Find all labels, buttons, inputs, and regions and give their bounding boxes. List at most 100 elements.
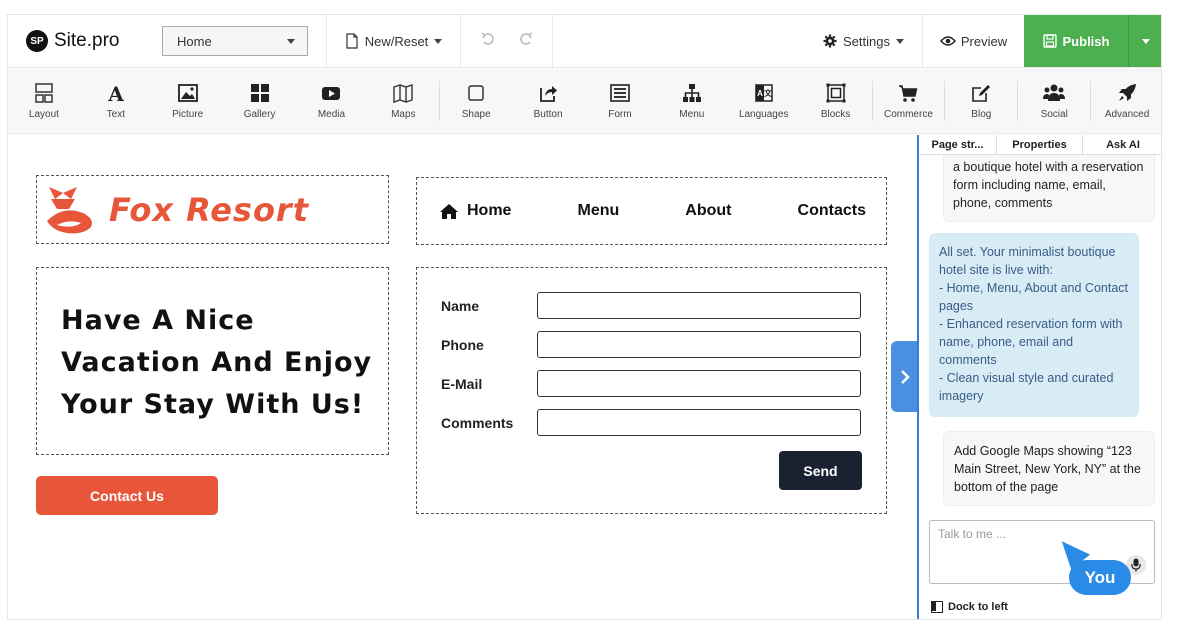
element-toolbar: Layout A Text Picture Gallery Media Maps…: [8, 69, 1161, 134]
form-label: Comments: [441, 414, 514, 431]
name-field[interactable]: [537, 292, 861, 319]
nav-label: Menu: [577, 202, 620, 219]
tool-label: Blog: [971, 109, 992, 120]
editor-canvas[interactable]: Fox Resort Home Menu About Contacts Have…: [8, 135, 918, 619]
fox-logo-icon: [47, 186, 92, 233]
tab-ask-ai[interactable]: Ask AI: [1083, 135, 1161, 154]
chevron-down-icon: [287, 38, 295, 44]
nav-item-about[interactable]: About: [685, 202, 731, 220]
tool-maps[interactable]: Maps: [367, 69, 439, 133]
new-reset-label: New/Reset: [364, 33, 429, 49]
tool-label: Layout: [28, 109, 59, 120]
tool-languages[interactable]: A文 Languages: [728, 69, 800, 133]
settings-label: Settings: [843, 33, 890, 49]
redo-icon[interactable]: [518, 31, 534, 52]
reservation-form[interactable]: Name Phone E-Mail Comments Send: [416, 267, 887, 514]
tool-social[interactable]: Social: [1018, 69, 1090, 133]
tool-blog[interactable]: Blog: [945, 69, 1017, 133]
tool-layout[interactable]: Layout: [8, 69, 80, 133]
tool-label: Text: [106, 109, 125, 120]
hero-line: Your Stay With Us!: [61, 389, 365, 420]
svg-text:文: 文: [764, 88, 773, 98]
dock-icon: [931, 601, 943, 613]
form-row-phone: Phone: [441, 331, 861, 358]
site-builder-app: SP Site.pro Home New/Reset Settings Prev…: [7, 14, 1162, 620]
chat-history[interactable]: a boutique hotel with a reservation form…: [919, 155, 1161, 515]
comments-field[interactable]: [537, 409, 861, 436]
tool-gallery[interactable]: Gallery: [224, 69, 296, 133]
nav-item-menu[interactable]: Menu: [577, 202, 619, 220]
gallery-icon: [250, 84, 269, 102]
tool-advanced[interactable]: Advanced: [1091, 69, 1161, 133]
gear-icon: [823, 34, 837, 48]
email-field[interactable]: [537, 370, 861, 397]
form-icon: [610, 84, 630, 102]
nav-item-home[interactable]: Home: [439, 202, 511, 220]
tool-text[interactable]: A Text: [80, 69, 152, 133]
form-row-email: E-Mail: [441, 370, 861, 397]
publish-options-button[interactable]: [1128, 15, 1161, 67]
dock-label: Dock to left: [948, 601, 1008, 613]
save-icon: [1042, 34, 1057, 48]
send-button[interactable]: Send: [779, 451, 862, 490]
tool-label: Button: [533, 109, 563, 120]
site-logo-block[interactable]: Fox Resort: [36, 175, 389, 244]
preview-button[interactable]: Preview: [923, 15, 1024, 67]
languages-icon: A文: [754, 84, 773, 102]
nav-item-contacts[interactable]: Contacts: [798, 202, 866, 220]
tab-properties[interactable]: Properties: [997, 135, 1083, 154]
chat-message-ai: All set. Your minimalist boutique hotel …: [929, 233, 1139, 417]
tool-label: Menu: [679, 109, 705, 120]
publish-button[interactable]: Publish: [1024, 15, 1128, 67]
publish-label: Publish: [1062, 33, 1110, 49]
tool-label: Gallery: [243, 109, 276, 120]
dock-to-left-button[interactable]: Dock to left: [931, 601, 1008, 613]
nav-label: About: [685, 202, 732, 219]
tab-page-structure[interactable]: Page str...: [919, 135, 997, 154]
settings-button[interactable]: Settings: [805, 15, 923, 67]
form-row-comments: Comments: [441, 409, 861, 436]
tool-label: Media: [317, 109, 346, 120]
site-pro-logo[interactable]: SP Site.pro: [8, 15, 162, 67]
logo-text: Site.pro: [54, 30, 120, 51]
page-select[interactable]: Home: [162, 26, 308, 56]
preview-label: Preview: [960, 33, 1008, 49]
tool-blocks[interactable]: Blocks: [800, 69, 872, 133]
panel-tabs: Page str... Properties Ask AI: [919, 135, 1161, 155]
panel-toggle-button[interactable]: [891, 341, 918, 412]
advanced-icon: [1119, 84, 1137, 101]
picture-icon: [177, 84, 198, 102]
tool-button[interactable]: Button: [512, 69, 584, 133]
hero-text-block[interactable]: Have A Nice Vacation And Enjoy Your Stay…: [36, 267, 389, 455]
tool-form[interactable]: Form: [584, 69, 656, 133]
tool-picture[interactable]: Picture: [152, 69, 224, 133]
form-label: E-Mail: [441, 375, 483, 392]
new-reset-button[interactable]: New/Reset: [327, 15, 461, 67]
form-row-name: Name: [441, 292, 861, 319]
eye-icon: [939, 36, 956, 46]
phone-field[interactable]: [537, 331, 861, 358]
undo-icon[interactable]: [480, 31, 496, 52]
hero-line: Have A Nice: [61, 305, 255, 336]
contact-us-button[interactable]: Contact Us: [36, 476, 218, 515]
nav-label: Contacts: [797, 202, 866, 219]
svg-text:A: A: [107, 82, 124, 104]
ai-side-panel: Page str... Properties Ask AI a boutique…: [917, 135, 1161, 619]
site-navigation[interactable]: Home Menu About Contacts: [416, 177, 887, 245]
media-icon: [322, 87, 341, 100]
home-icon: [440, 203, 458, 219]
tool-label: Social: [1040, 109, 1068, 120]
tool-shape[interactable]: Shape: [440, 69, 512, 133]
tool-label: Maps: [391, 109, 416, 120]
chevron-down-icon: [1142, 38, 1150, 44]
shape-icon: [468, 85, 484, 101]
page-select-value: Home: [177, 33, 212, 49]
commerce-icon: [899, 85, 918, 102]
tool-label: Shape: [461, 109, 491, 120]
top-bar-spacer: [553, 15, 805, 67]
tool-label: Languages: [738, 109, 789, 120]
tool-menu[interactable]: Menu: [656, 69, 728, 133]
tool-commerce[interactable]: Commerce: [873, 69, 945, 133]
chat-message-user: Add Google Maps showing “123 Main Street…: [943, 431, 1155, 506]
tool-media[interactable]: Media: [296, 69, 368, 133]
